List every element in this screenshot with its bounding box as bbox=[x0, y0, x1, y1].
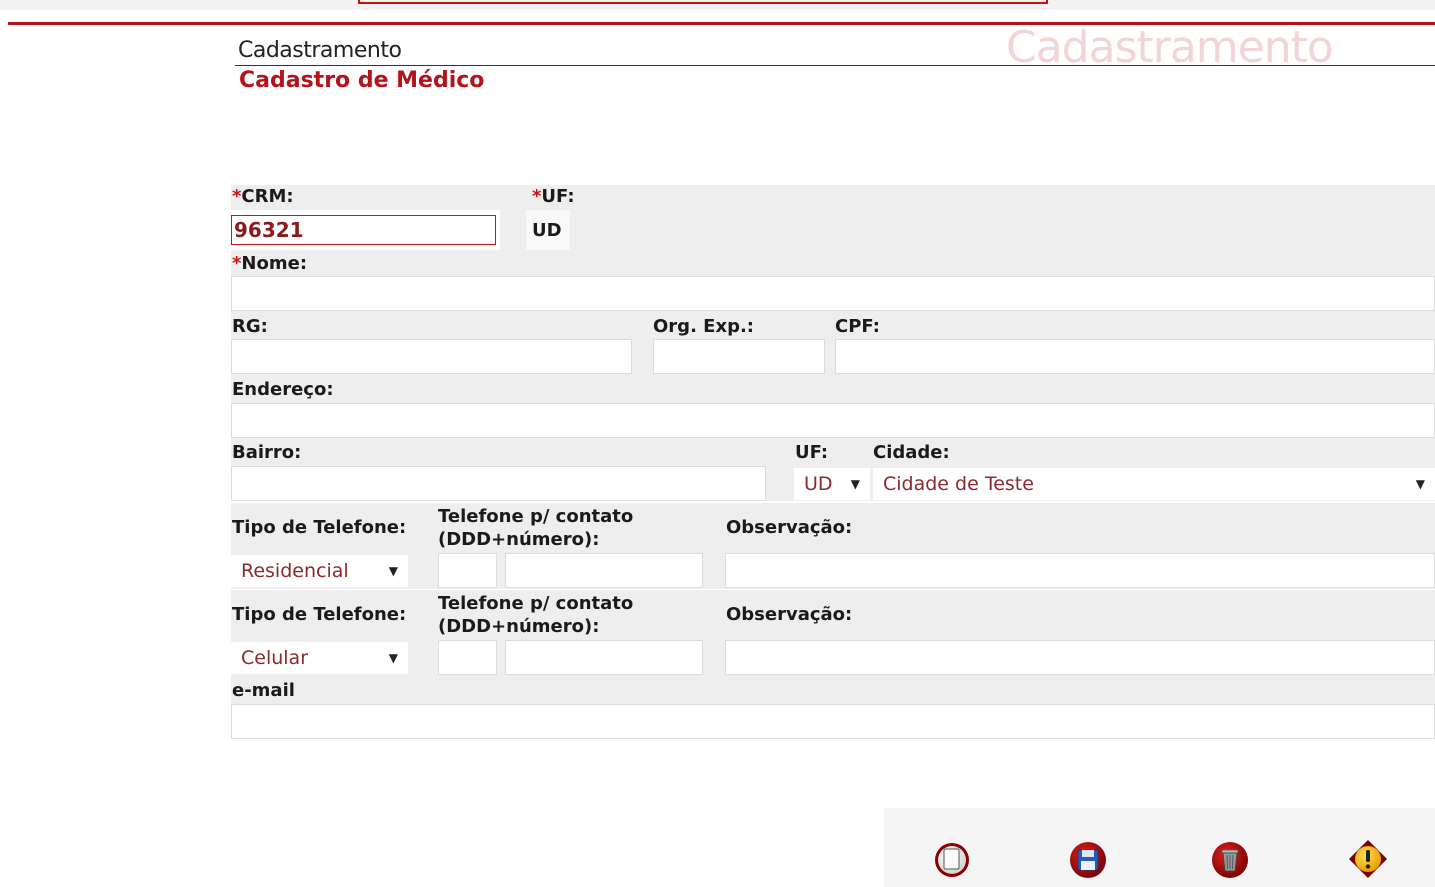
cidade-label: Cidade: bbox=[873, 442, 950, 463]
rg-input[interactable] bbox=[231, 339, 632, 374]
uf-label: UF: bbox=[795, 442, 829, 463]
org-exp-input[interactable] bbox=[653, 339, 825, 374]
cpf-label: CPF: bbox=[835, 316, 880, 337]
floppy-disk-icon[interactable] bbox=[1068, 840, 1108, 880]
top-frame-edge bbox=[358, 0, 1048, 4]
page-title: Cadastro de Médico bbox=[239, 68, 485, 93]
phone2-type-select[interactable]: Celular ▼ bbox=[231, 642, 408, 674]
phone2-number-label: Telefone p/ contato (DDD+número): bbox=[438, 593, 634, 637]
uf-top-value: UD bbox=[532, 220, 562, 241]
crm-input[interactable]: 96321 bbox=[231, 215, 496, 245]
phone1-obs-input[interactable] bbox=[725, 553, 1435, 588]
uf-select[interactable]: UD ▼ bbox=[794, 468, 870, 500]
nome-input[interactable] bbox=[231, 276, 1435, 311]
bairro-label-row bbox=[231, 438, 1435, 466]
endereco-label: Endereço: bbox=[232, 379, 334, 400]
bairro-label: Bairro: bbox=[232, 442, 302, 463]
email-label-row bbox=[231, 676, 1435, 704]
endereco-input[interactable] bbox=[231, 403, 1435, 438]
org-exp-label: Org. Exp.: bbox=[653, 316, 754, 337]
section-title: Cadastramento bbox=[238, 38, 402, 63]
rg-label: RG: bbox=[232, 316, 268, 337]
warning-icon[interactable] bbox=[1347, 838, 1387, 878]
endereco-label-row bbox=[231, 374, 1435, 403]
chevron-down-icon: ▼ bbox=[388, 651, 398, 665]
rg-label-row bbox=[231, 311, 1435, 339]
email-input[interactable] bbox=[231, 704, 1435, 739]
phone1-type-select[interactable]: Residencial ▼ bbox=[231, 555, 408, 587]
phone2-obs-label: Observação: bbox=[726, 604, 853, 625]
bairro-input[interactable] bbox=[231, 466, 766, 501]
new-document-icon[interactable] bbox=[932, 840, 972, 880]
phone1-number-label: Telefone p/ contato (DDD+número): bbox=[438, 506, 634, 550]
chevron-down-icon: ▼ bbox=[850, 477, 860, 491]
phone2-number-input[interactable] bbox=[505, 640, 703, 675]
phone1-number-input[interactable] bbox=[505, 553, 703, 588]
phone2-type-label: Tipo de Telefone: bbox=[232, 604, 407, 625]
email-label: e-mail bbox=[232, 680, 295, 701]
cpf-input[interactable] bbox=[835, 339, 1435, 374]
chevron-down-icon: ▼ bbox=[388, 564, 398, 578]
cidade-select[interactable]: Cidade de Teste ▼ bbox=[873, 468, 1435, 500]
crm-label: *CRM: bbox=[232, 186, 294, 207]
chevron-down-icon: ▼ bbox=[1415, 477, 1425, 491]
phone1-obs-label: Observação: bbox=[726, 517, 853, 538]
crm-label-row bbox=[231, 185, 1435, 210]
uf-top-label: *UF: bbox=[532, 186, 575, 207]
phone2-ddd-input[interactable] bbox=[438, 640, 497, 675]
phone2-obs-input[interactable] bbox=[725, 640, 1435, 675]
nome-label-row bbox=[231, 250, 1435, 276]
uf-value-row bbox=[500, 210, 1435, 250]
phone1-type-label: Tipo de Telefone: bbox=[232, 517, 407, 538]
section-underline bbox=[235, 65, 1435, 66]
trash-can-icon[interactable] bbox=[1210, 840, 1250, 880]
nome-label: *Nome: bbox=[232, 253, 308, 274]
phone1-ddd-input[interactable] bbox=[438, 553, 497, 588]
